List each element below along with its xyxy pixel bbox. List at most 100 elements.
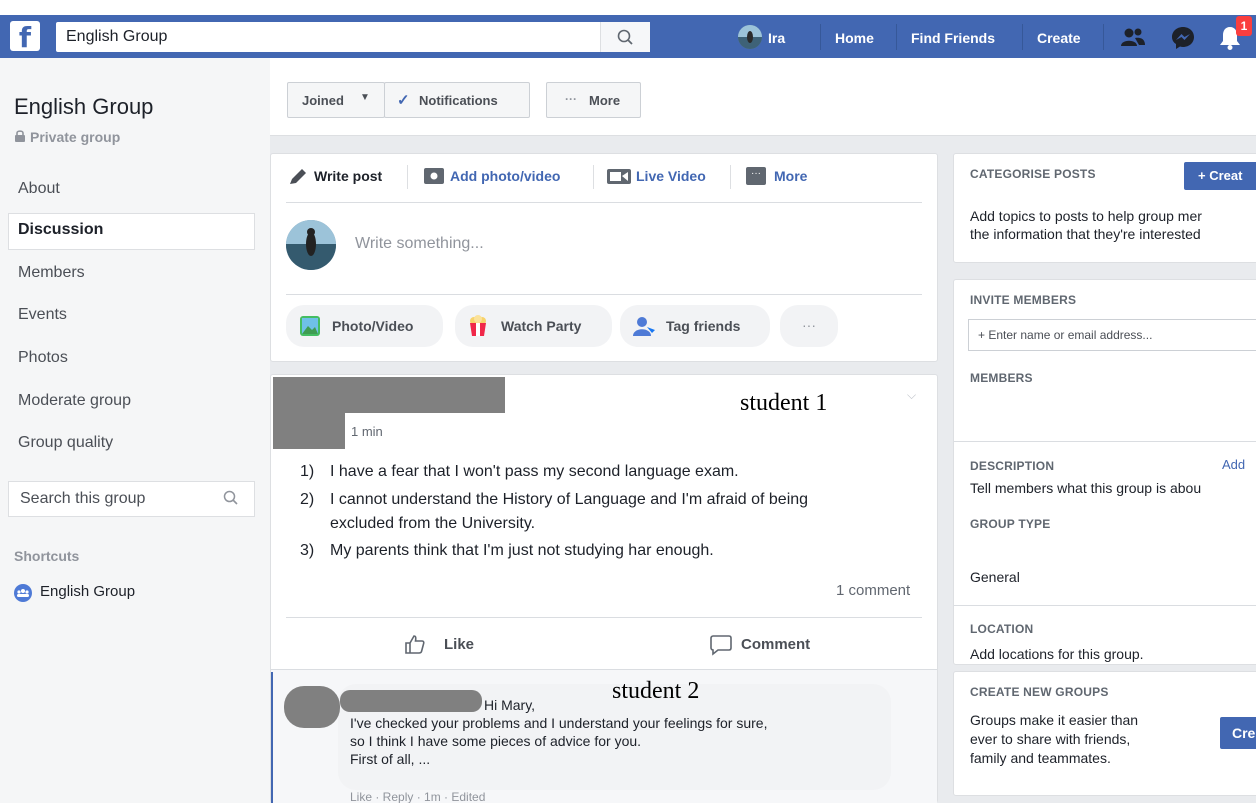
invite-member-placeholder: + Enter name or email address...: [978, 328, 1153, 342]
post-divider: [286, 617, 922, 618]
comment-count-link[interactable]: 1 comment: [836, 582, 910, 599]
list-item-text: I have a fear that I won't pass my secon…: [330, 463, 739, 480]
more-options-button[interactable]: ···: [780, 305, 838, 347]
live-video-tab[interactable]: Live Video: [636, 168, 706, 184]
write-post-tab[interactable]: Write post: [314, 168, 382, 184]
privacy-label: Private group: [30, 129, 121, 145]
tag-friends-label: Tag friends: [666, 318, 741, 334]
joined-label: Joined: [302, 93, 344, 108]
ellipsis-icon: ···: [565, 92, 577, 106]
sidebar-item-group-quality[interactable]: Group quality: [18, 434, 113, 452]
sidebar-item-discussion[interactable]: Discussion: [18, 221, 103, 239]
composer-input[interactable]: Write something...: [355, 235, 484, 253]
comment-text: I've checked your problems and I underst…: [350, 715, 768, 731]
comment-actions[interactable]: Like · Reply · 1m · Edited: [350, 790, 485, 803]
messenger-icon[interactable]: [1170, 25, 1196, 51]
student-annotation: student 1: [740, 390, 828, 416]
post-options-chevron-icon[interactable]: ⌵: [907, 388, 916, 403]
more-label: More: [589, 93, 621, 108]
nav-divider: [896, 24, 897, 50]
create-groups-heading: CREATE NEW GROUPS: [970, 685, 1109, 699]
search-icon: [617, 29, 633, 45]
commenter-avatar-redacted: [284, 686, 340, 728]
create-groups-text: family and teammates.: [970, 750, 1111, 766]
sidebar-item-about[interactable]: About: [18, 180, 60, 198]
chevron-down-icon: ▼: [360, 92, 370, 103]
tab-divider: [730, 165, 731, 189]
left-sidebar: [0, 58, 270, 803]
find-friends-link[interactable]: Find Friends: [911, 30, 995, 46]
tag-friends-button[interactable]: Tag friends: [620, 305, 770, 347]
sidebar-item-members[interactable]: Members: [18, 264, 85, 282]
lock-icon: [14, 129, 26, 143]
add-photo-video-tab[interactable]: Add photo/video: [450, 168, 560, 184]
tab-divider: [593, 165, 594, 189]
members-heading: MEMBERS: [970, 371, 1033, 385]
photo-video-button[interactable]: Photo/Video: [286, 305, 443, 347]
video-camera-icon: [607, 169, 631, 184]
comment-button[interactable]: Comment: [741, 636, 810, 653]
author-name-redacted: [343, 377, 505, 413]
list-item-text: I cannot understand the History of Langu…: [330, 491, 809, 508]
search-button[interactable]: [600, 22, 650, 52]
list-item-number: 3): [300, 542, 315, 559]
list-item-text: excluded from the University.: [330, 515, 536, 532]
group-type-heading: GROUP TYPE: [970, 517, 1051, 531]
joined-button[interactable]: Joined ▼: [287, 82, 385, 118]
create-group-button[interactable]: Cre: [1220, 717, 1256, 749]
tag-friends-icon: [632, 315, 656, 337]
group-type-value: General: [970, 569, 1020, 585]
user-avatar[interactable]: [738, 25, 762, 49]
nav-divider: [1022, 24, 1023, 50]
sidebar-item-events[interactable]: Events: [18, 306, 67, 324]
categorise-posts-heading: CATEGORISE POSTS: [970, 167, 1096, 181]
home-link[interactable]: Home: [835, 30, 874, 46]
composer-divider: [286, 294, 922, 295]
list-item-text: My parents think that I'm just not study…: [330, 542, 714, 559]
search-icon[interactable]: [222, 489, 240, 507]
shortcuts-heading: Shortcuts: [14, 548, 80, 564]
categorise-description: the information that they're interested: [970, 226, 1201, 242]
shortcut-english-group[interactable]: English Group: [40, 583, 135, 600]
composer-avatar[interactable]: [286, 220, 336, 270]
sidebar-item-moderate-group[interactable]: Moderate group: [18, 392, 131, 410]
like-icon[interactable]: [404, 633, 426, 655]
commenter-name-redacted: [340, 690, 482, 712]
description-text: Tell members what this group is abou: [970, 480, 1202, 496]
comment-highlight-bar: [271, 672, 273, 803]
group-icon: [14, 584, 32, 602]
nav-divider: [1103, 24, 1104, 50]
notifications-button[interactable]: ✓ Notifications: [384, 82, 530, 118]
ellipsis-icon: ···: [802, 317, 816, 333]
search-value: English Group: [66, 28, 168, 45]
photo-video-label: Photo/Video: [332, 318, 414, 334]
profile-link[interactable]: Ira: [768, 30, 785, 46]
checkmark-icon: ✓: [397, 92, 410, 109]
like-button[interactable]: Like: [444, 636, 474, 653]
comment-icon[interactable]: [709, 634, 733, 656]
group-title[interactable]: English Group: [14, 94, 153, 120]
categorise-description: Add topics to posts to help group mer: [970, 208, 1202, 224]
create-topic-button[interactable]: + Creat: [1184, 162, 1256, 190]
more-button[interactable]: ··· More: [546, 82, 641, 118]
more-tab[interactable]: More: [774, 168, 807, 184]
tab-divider: [407, 165, 408, 189]
post-timestamp[interactable]: 1 min: [351, 424, 383, 439]
location-heading: LOCATION: [970, 622, 1034, 636]
watch-party-button[interactable]: Watch Party: [455, 305, 612, 347]
create-groups-text: ever to share with friends,: [970, 731, 1131, 747]
more-icon: ···: [746, 167, 766, 185]
location-text: Add locations for this group.: [970, 646, 1144, 662]
composer-divider: [286, 202, 922, 203]
photo-icon: [300, 316, 320, 336]
create-link[interactable]: Create: [1037, 30, 1081, 46]
list-item-number: 1): [300, 463, 315, 480]
sidebar-item-photos[interactable]: Photos: [18, 349, 68, 367]
list-item-number: 2): [300, 491, 315, 508]
facebook-logo-icon[interactable]: f: [10, 21, 40, 51]
author-avatar-redacted: [273, 377, 345, 449]
add-description-link[interactable]: Add: [1222, 457, 1245, 472]
student-annotation: student 2: [612, 678, 700, 704]
friend-requests-icon[interactable]: [1120, 25, 1146, 49]
comment-text: so I think I have some pieces of advice …: [350, 733, 642, 749]
